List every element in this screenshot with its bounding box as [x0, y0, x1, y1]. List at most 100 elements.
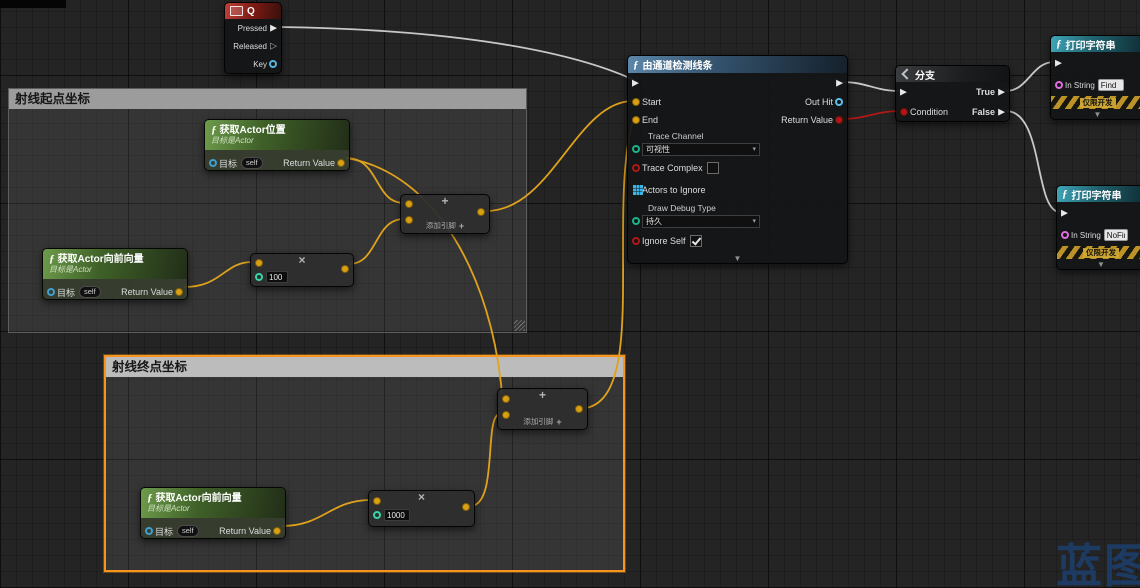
return-value-pin[interactable] — [273, 527, 281, 535]
get-forward-vector-header[interactable]: ƒ获取Actor向前向量 目标是Actor — [43, 249, 187, 279]
add-pin-button[interactable]: 添加引脚 + — [401, 220, 489, 231]
pressed-label: Pressed — [238, 24, 267, 33]
print-string-header[interactable]: ƒ 打印字符串 — [1057, 186, 1140, 202]
chevron-down-icon: ▾ — [752, 145, 756, 153]
node-multiply-1000[interactable]: × — [368, 490, 475, 527]
return-value-pin[interactable] — [175, 288, 183, 296]
comment-title[interactable]: 射线起点坐标 — [9, 89, 526, 109]
return-value-pin[interactable] — [835, 116, 843, 124]
end-pin[interactable] — [632, 116, 640, 124]
key-event-title: Q — [247, 6, 255, 17]
ignore-self-pin[interactable] — [632, 237, 640, 245]
target-self-value[interactable]: self — [241, 157, 263, 169]
in-string-value-input[interactable] — [1098, 79, 1124, 91]
target-label: 目标 — [219, 157, 237, 170]
collapse-arrow-icon[interactable]: ▼ — [628, 253, 847, 265]
node-branch[interactable]: 分支 ▶ True ▶ Condition False ▶ — [895, 65, 1010, 122]
true-exec-pin[interactable]: ▶ — [998, 87, 1005, 96]
exec-in-pin[interactable]: ▶ — [1055, 58, 1062, 67]
in-string-value-input[interactable] — [1104, 229, 1128, 241]
target-pin[interactable] — [209, 159, 217, 167]
node-add-vectors-2[interactable]: + 添加引脚 + — [497, 388, 588, 430]
node-key-event-q[interactable]: Q Pressed ▶ Released ▷ Key — [224, 2, 282, 74]
add-icon: + — [539, 389, 546, 402]
trace-channel-dropdown[interactable]: 可视性 ▾ — [642, 143, 760, 156]
vector-output-pin[interactable] — [477, 208, 485, 216]
development-only-label: 仅限开发 — [1083, 248, 1119, 258]
multiply-icon: × — [418, 491, 425, 504]
branch-header[interactable]: 分支 — [896, 66, 1009, 82]
collapse-arrow-icon[interactable]: ▼ — [1057, 259, 1140, 271]
node-print-string-2[interactable]: ƒ 打印字符串 ▶ In String 仅限开发 ▼ — [1056, 185, 1140, 270]
node-get-actor-forward-vector-1[interactable]: ƒ获取Actor向前向量 目标是Actor 目标 self Return Val… — [42, 248, 188, 300]
vector-input-pin[interactable] — [255, 259, 263, 267]
comment-resize-handle[interactable] — [514, 320, 525, 331]
start-pin[interactable] — [632, 98, 640, 106]
print-string-header[interactable]: ƒ 打印字符串 — [1051, 36, 1140, 52]
in-string-label: In String — [1071, 231, 1101, 240]
float-input-pin[interactable] — [255, 273, 263, 281]
node-title: 由通道检测线条 — [643, 57, 713, 72]
draw-debug-type-dropdown[interactable]: 持久 ▾ — [642, 215, 760, 228]
development-only-banner: 仅限开发 — [1057, 246, 1140, 259]
node-print-string-1[interactable]: ƒ 打印字符串 ▶ In String 仅限开发 ▼ — [1050, 35, 1140, 120]
vector-output-pin[interactable] — [575, 405, 583, 413]
start-label: Start — [642, 97, 661, 107]
line-trace-header[interactable]: ƒ 由通道检测线条 — [628, 56, 847, 73]
get-forward-vector-header[interactable]: ƒ获取Actor向前向量 目标是Actor — [141, 488, 285, 518]
target-self-value[interactable]: self — [177, 525, 199, 537]
actors-to-ignore-array-pin[interactable] — [633, 185, 636, 188]
exec-in-pin[interactable]: ▶ — [900, 87, 907, 96]
add-pin-button[interactable]: 添加引脚 + — [498, 416, 587, 427]
collapse-arrow-icon[interactable]: ▼ — [1051, 109, 1140, 121]
node-multiply-100[interactable]: × — [250, 253, 354, 287]
target-self-value[interactable]: self — [79, 286, 101, 298]
get-actor-location-header[interactable]: ƒ获取Actor位置 目标是Actor — [205, 120, 349, 150]
vector-input-pin-a[interactable] — [405, 200, 413, 208]
exec-in-pin[interactable]: ▶ — [632, 78, 639, 87]
key-struct-pin[interactable] — [269, 60, 277, 68]
vector-output-pin[interactable] — [341, 265, 349, 273]
exec-out-pin[interactable]: ▶ — [836, 78, 843, 87]
multiplier-value-input[interactable] — [384, 509, 410, 521]
draw-debug-type-pin[interactable] — [632, 217, 640, 225]
pressed-exec-pin[interactable]: ▶ — [270, 23, 277, 32]
wire-exec-true-to-print1 — [1006, 62, 1054, 91]
screen-edge-artifact — [0, 0, 66, 8]
return-value-pin[interactable] — [337, 159, 345, 167]
released-exec-pin[interactable]: ▷ — [270, 41, 277, 50]
wire-exec-pressed-to-trace — [279, 27, 634, 80]
vector-input-pin[interactable] — [373, 497, 381, 505]
add-pin-label: 添加引脚 — [523, 416, 553, 427]
vector-output-pin[interactable] — [462, 503, 470, 511]
float-input-pin[interactable] — [373, 511, 381, 519]
watermark: 蓝图 — [1056, 530, 1140, 588]
key-event-header[interactable]: Q — [225, 3, 281, 19]
node-line-trace-by-channel[interactable]: ƒ 由通道检测线条 ▶ ▶ Start Out Hit End Return V… — [627, 55, 848, 264]
node-title: 获取Actor向前向量 — [58, 254, 144, 265]
plus-icon: + — [556, 418, 561, 426]
keyboard-icon — [230, 6, 243, 16]
blueprint-graph-canvas[interactable]: 射线起点坐标 射线终点坐标 蓝图 Q Pressed ▶ Released — [0, 0, 1140, 588]
ignore-self-checkbox[interactable] — [690, 235, 702, 247]
out-hit-label: Out Hit — [805, 97, 833, 107]
node-get-actor-forward-vector-2[interactable]: ƒ获取Actor向前向量 目标是Actor 目标 self Return Val… — [140, 487, 286, 539]
target-pin[interactable] — [47, 288, 55, 296]
node-add-vectors-1[interactable]: + 添加引脚 + — [400, 194, 490, 234]
multiplier-value-input[interactable] — [266, 271, 288, 283]
vector-input-pin-a[interactable] — [502, 395, 510, 403]
in-string-pin[interactable] — [1055, 81, 1063, 89]
target-pin[interactable] — [145, 527, 153, 535]
exec-in-pin[interactable]: ▶ — [1061, 208, 1068, 217]
trace-complex-checkbox[interactable] — [707, 162, 719, 174]
out-hit-pin[interactable] — [835, 98, 843, 106]
trace-channel-pin[interactable] — [632, 145, 640, 153]
trace-complex-pin[interactable] — [632, 164, 640, 172]
false-exec-pin[interactable]: ▶ — [998, 107, 1005, 116]
function-icon: ƒ — [1062, 188, 1068, 200]
end-label: End — [642, 115, 658, 125]
in-string-pin[interactable] — [1061, 231, 1069, 239]
comment-title[interactable]: 射线终点坐标 — [106, 357, 623, 377]
node-get-actor-location[interactable]: ƒ获取Actor位置 目标是Actor 目标 self Return Value — [204, 119, 350, 171]
condition-pin[interactable] — [900, 108, 908, 116]
